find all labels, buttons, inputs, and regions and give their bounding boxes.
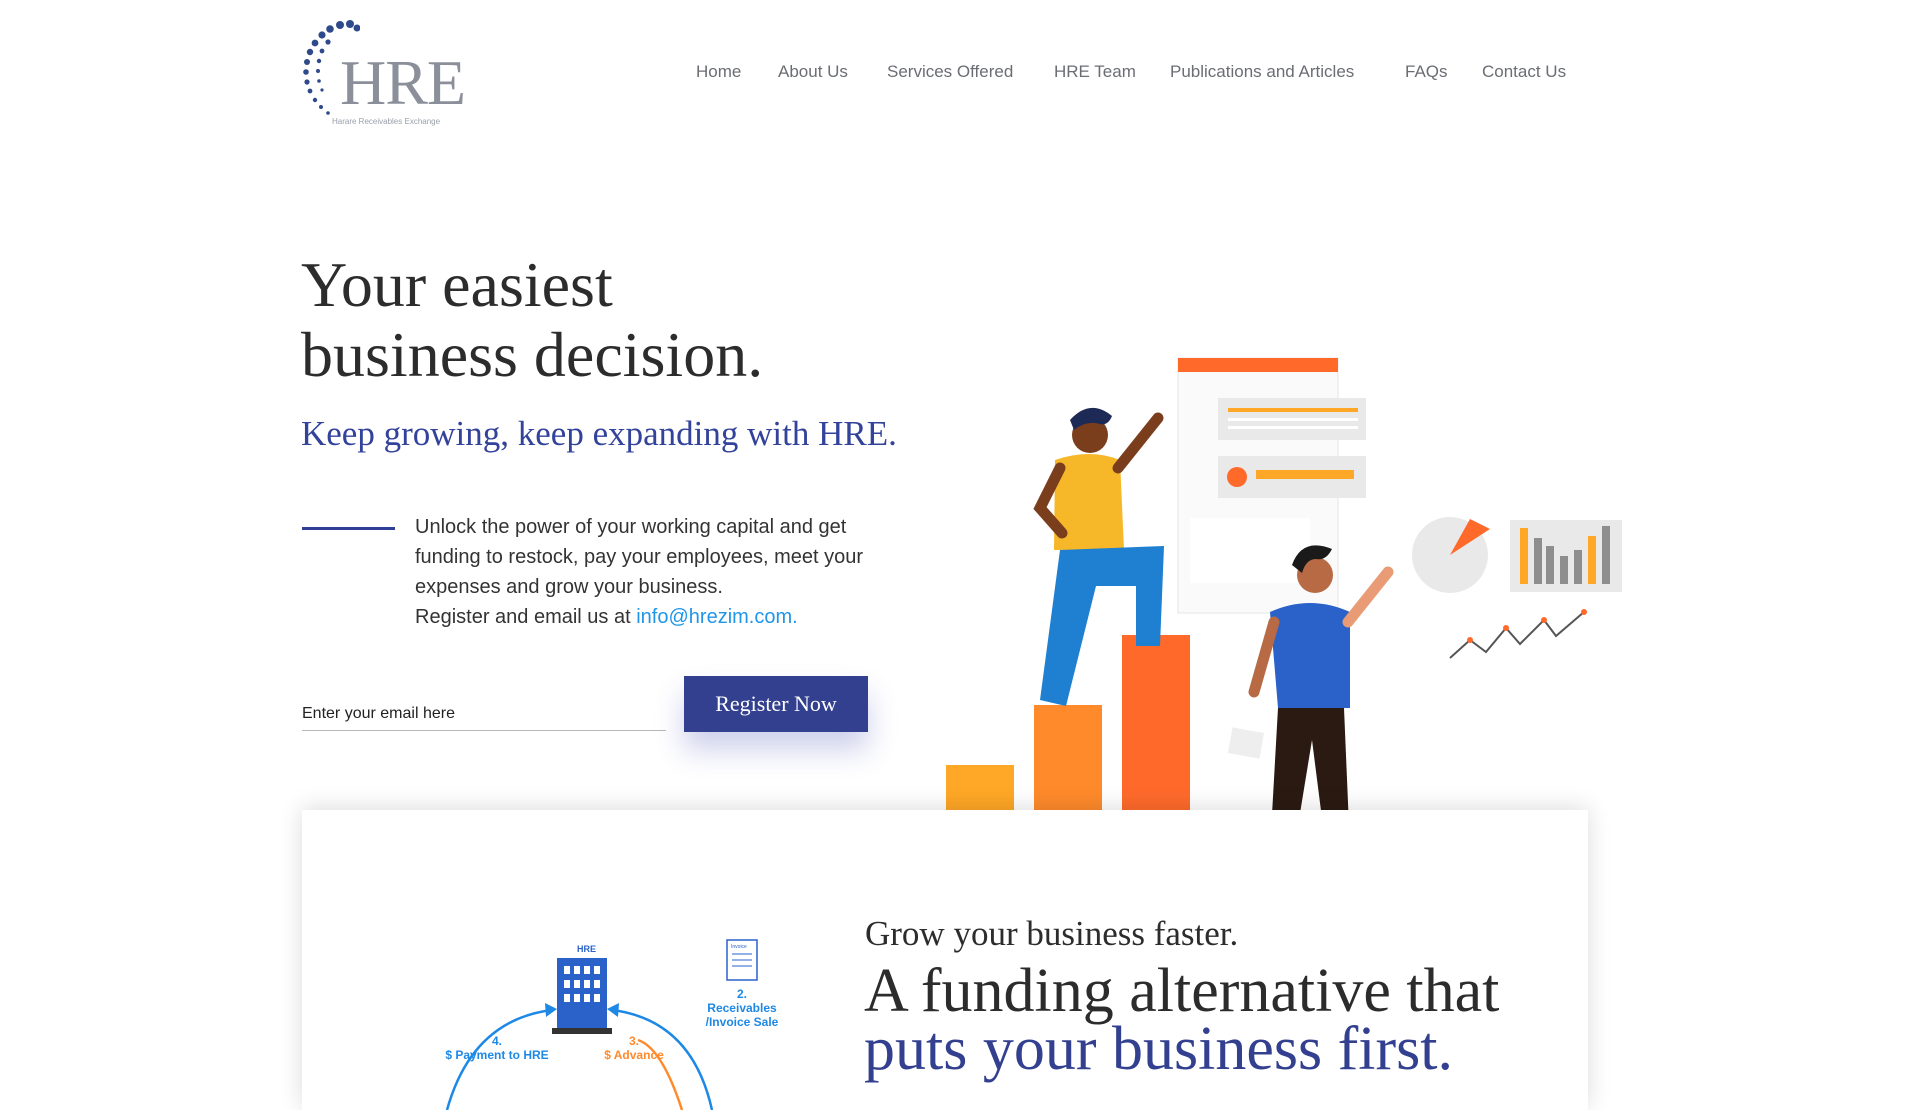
desc-line-1: Unlock the power of your working capital… (415, 516, 847, 538)
diagram-step3-label: $ Advance (604, 1048, 664, 1062)
register-now-button[interactable]: Register Now (684, 676, 868, 732)
nav-services-offered[interactable]: Services Offered (887, 62, 1013, 82)
hero-title: Your easiest business decision. (301, 250, 763, 390)
desc-line-4: Register and email us at info@hrezim.com… (415, 602, 935, 632)
diagram-step4-num: 4. (492, 1034, 502, 1048)
nav-hre-team[interactable]: HRE Team (1054, 62, 1136, 82)
accent-divider (302, 527, 395, 530)
invoice-document-icon: Invoice (726, 939, 758, 981)
diagram-step2-line2: /Invoice Sale (706, 1015, 779, 1029)
pie-chart-icon (1412, 517, 1490, 593)
hero-description: Unlock the power of your working capital… (415, 512, 935, 632)
funding-info-card: HRE Invoice 2. Receivables /Invoice Sale… (302, 810, 1588, 1110)
diagram-step3-num: 3. (629, 1034, 639, 1048)
hero-illustration (946, 357, 1622, 850)
email-field-wrapper (302, 700, 666, 731)
diagram-step2-line1: Receivables (707, 1001, 777, 1015)
card-title: A funding alternative that puts your bus… (864, 957, 1500, 1083)
desc-line-3: expenses and grow your business. (415, 576, 723, 598)
diagram-building-label: HRE (577, 944, 596, 954)
hero-title-line1: Your easiest (301, 249, 613, 320)
mini-bar-chart-icon (1510, 520, 1622, 592)
nav-faqs[interactable]: FAQs (1405, 62, 1448, 82)
email-input[interactable] (302, 700, 666, 728)
card-title-line2: puts your business first. (864, 1015, 1453, 1083)
hero-title-line2: business decision. (301, 319, 764, 390)
dashboard-board-icon (1177, 357, 1366, 614)
nav-publications[interactable]: Publications and Articles (1170, 62, 1354, 82)
trend-line-icon (1449, 609, 1587, 659)
main-navigation: Home About Us Services Offered HRE Team … (0, 62, 1920, 86)
desc-line-2: funding to restock, pay your employees, … (415, 546, 864, 568)
diagram-step2-num: 2. (737, 987, 747, 1001)
nav-home[interactable]: Home (696, 62, 741, 82)
card-title-line1: A funding alternative that (864, 957, 1500, 1025)
card-subtitle: Grow your business faster. (865, 914, 1239, 953)
hre-building-icon: HRE (552, 944, 612, 1034)
nav-contact-us[interactable]: Contact Us (1482, 62, 1566, 82)
hero-tagline: Keep growing, keep expanding with HRE. (301, 414, 897, 453)
diagram-step4-label: $ Payment to HRE (445, 1048, 548, 1062)
desc-line-4-prefix: Register and email us at (415, 606, 637, 628)
nav-about-us[interactable]: About Us (778, 62, 848, 82)
logo-subtitle: Harare Receivables Exchange (332, 117, 441, 126)
diagram-invoice-label: Invoice (731, 944, 747, 950)
email-link[interactable]: info@hrezim.com. (636, 606, 797, 628)
receivables-flow-diagram: HRE Invoice 2. Receivables /Invoice Sale… (445, 939, 779, 1110)
